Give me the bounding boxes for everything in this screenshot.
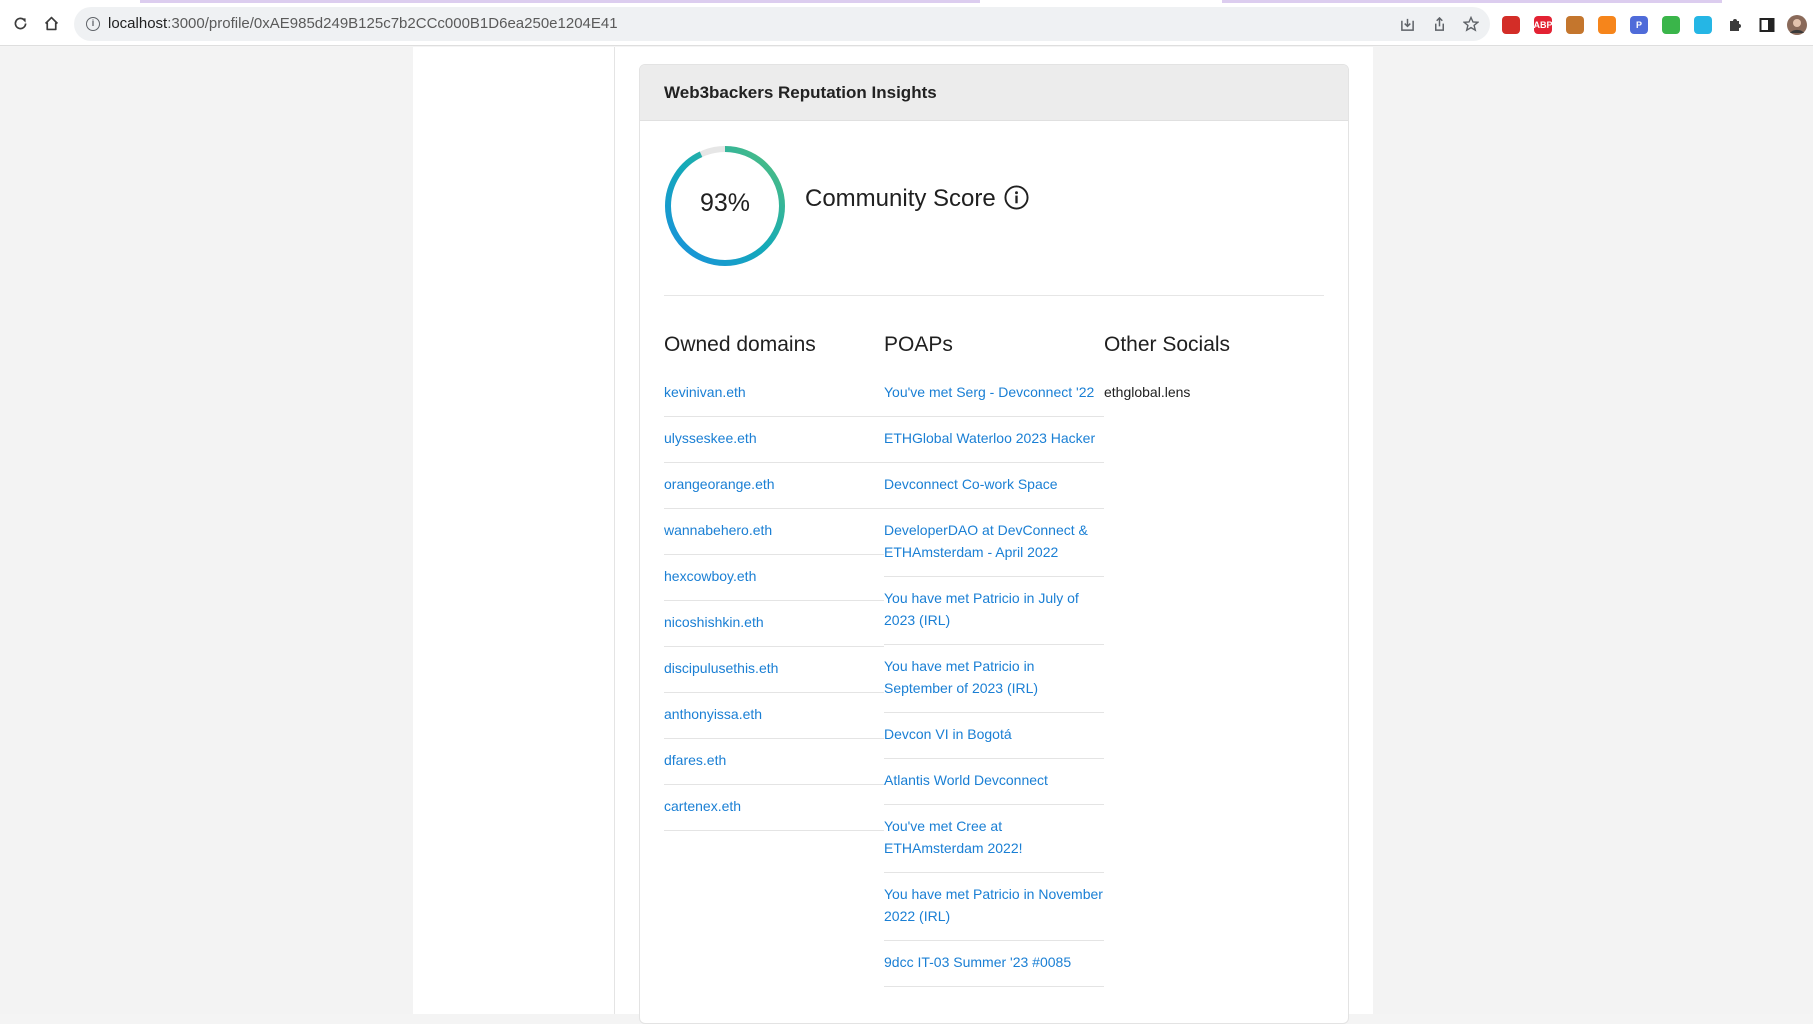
profile-avatar[interactable] <box>1786 14 1808 36</box>
adblock-icon[interactable]: ABP <box>1534 16 1553 34</box>
side-panel-button[interactable] <box>1756 14 1778 36</box>
domain-link[interactable]: ulysseskee.eth <box>664 417 884 463</box>
bookmark-star-icon[interactable] <box>1462 15 1480 33</box>
home-button[interactable] <box>40 12 62 34</box>
poaps-heading: POAPs <box>884 333 953 356</box>
divider <box>664 295 1324 296</box>
reputation-card: Web3backers Reputation Insights 93% Comm… <box>639 64 1349 1024</box>
score-label: Community Score <box>805 185 996 212</box>
poap-link[interactable]: Devconnect Co-work Space <box>884 463 1104 509</box>
domain-link[interactable]: discipulusethis.eth <box>664 647 884 693</box>
p-icon[interactable]: P <box>1630 16 1648 34</box>
domain-link[interactable]: nicoshishkin.eth <box>664 601 884 647</box>
extension-icon[interactable] <box>1566 16 1584 34</box>
poaps-list: You've met Serg - Devconnect '22 ETHGloba… <box>884 379 1104 987</box>
owned-domains-section: Owned domains kevinivan.eth ulysseskee.et… <box>664 333 884 831</box>
domain-link[interactable]: hexcowboy.eth <box>664 555 884 601</box>
domain-link[interactable]: orangeorange.eth <box>664 463 884 509</box>
url-text[interactable]: localhost:3000/profile/0xAE985d249B125c7… <box>108 15 618 32</box>
reload-icon <box>14 17 26 29</box>
stack-icon[interactable] <box>1694 16 1712 34</box>
domain-link[interactable]: anthonyissa.eth <box>664 693 884 739</box>
poap-link[interactable]: You've met Cree at ETHAmsterdam 2022! <box>884 805 1104 873</box>
home-icon <box>44 16 58 30</box>
card-title: Web3backers Reputation Insights <box>640 65 1348 121</box>
page-viewport: Web3backers Reputation Insights 93% Comm… <box>0 47 1813 1024</box>
domain-link[interactable]: kevinivan.eth <box>664 379 884 417</box>
avatar-icon <box>1787 15 1807 35</box>
domain-link[interactable]: cartenex.eth <box>664 785 884 831</box>
other-socials-list: ethglobal.lens <box>1104 379 1324 416</box>
other-socials-heading: Other Socials <box>1104 333 1231 356</box>
poap-link[interactable]: You have met Patricio in July of 2023 (I… <box>884 577 1104 645</box>
poap-link[interactable]: 9dcc IT-03 Summer '23 #0085 <box>884 941 1104 987</box>
reload-button[interactable] <box>9 12 31 34</box>
browser-toolbar: i localhost:3000/profile/0xAE985d249B125… <box>0 3 1813 46</box>
share-icon[interactable] <box>1430 15 1448 33</box>
colorwheel-icon[interactable] <box>1662 16 1680 34</box>
poap-link[interactable]: You have met Patricio in September of 20… <box>884 645 1104 713</box>
domain-link[interactable]: dfares.eth <box>664 739 884 785</box>
side-panel-icon <box>1759 18 1775 32</box>
poaps-section: POAPs You've met Serg - Devconnect '22 ET… <box>884 333 1104 987</box>
owned-domains-heading: Owned domains <box>664 333 816 356</box>
lastpass-icon[interactable] <box>1502 16 1520 34</box>
poap-link[interactable]: You've met Serg - Devconnect '22 <box>884 379 1104 417</box>
domain-link[interactable]: wannabehero.eth <box>664 509 884 555</box>
extensions-puzzle-button[interactable] <box>1724 14 1746 36</box>
info-icon[interactable] <box>1004 185 1029 210</box>
score-value: 93% <box>699 189 751 217</box>
social-handle: ethglobal.lens <box>1104 384 1191 400</box>
owned-domains-list: kevinivan.eth ulysseskee.eth orangeorange.… <box>664 379 884 831</box>
poap-link[interactable]: Devcon VI in Bogotá <box>884 713 1104 759</box>
poap-link[interactable]: You have met Patricio in November 2022 (… <box>884 873 1104 941</box>
install-icon[interactable] <box>1398 15 1416 33</box>
puzzle-icon <box>1730 19 1741 31</box>
poap-link[interactable]: DeveloperDAO at DevConnect & ETHAmsterda… <box>884 509 1104 577</box>
other-socials-section: Other Socials ethglobal.lens <box>1104 333 1324 416</box>
sidebar-divider <box>614 47 615 1014</box>
poap-link[interactable]: ETHGlobal Waterloo 2023 Hacker <box>884 417 1104 463</box>
metamask-icon[interactable] <box>1598 16 1616 34</box>
poap-link[interactable]: Atlantis World Devconnect <box>884 759 1104 805</box>
site-info-icon[interactable]: i <box>86 17 100 31</box>
address-bar[interactable]: i localhost:3000/profile/0xAE985d249B125… <box>74 7 1490 41</box>
community-score: 93% Community Score <box>664 145 1324 266</box>
